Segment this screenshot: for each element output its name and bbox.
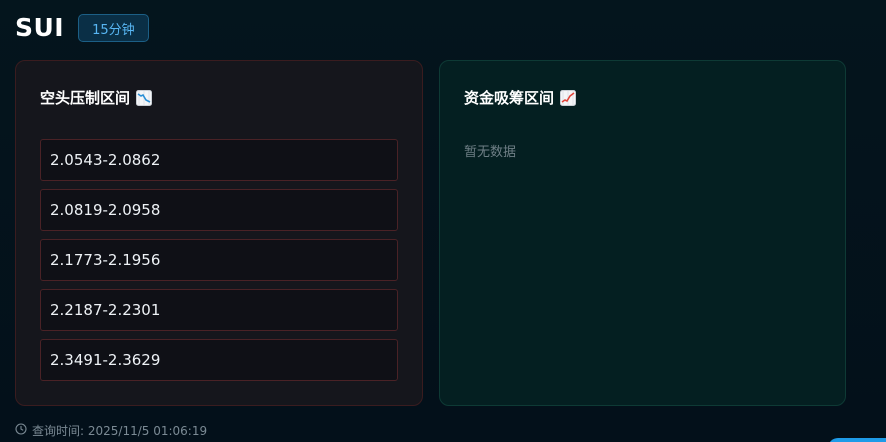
page: SUI 15分钟 空头压制区间 2.0543-2.0862 2.0819-2.0…	[0, 0, 886, 442]
timeframe-badge[interactable]: 15分钟	[78, 14, 149, 42]
accumulation-title: 资金吸筹区间	[464, 87, 577, 108]
range-item: 2.2187-2.2301	[40, 289, 398, 331]
header: SUI 15分钟	[15, 12, 149, 44]
short-pressure-panel: 空头压制区间 2.0543-2.0862 2.0819-2.0958 2.177…	[15, 60, 423, 406]
clock-icon	[15, 423, 27, 438]
accumulation-title-text: 资金吸筹区间	[464, 89, 555, 107]
query-time-text: 查询时间: 2025/11/5 01:06:19	[32, 424, 208, 438]
accumulation-panel: 资金吸筹区间 暂无数据	[439, 60, 846, 406]
chart-decreasing-icon	[136, 89, 153, 106]
short-pressure-title-text: 空头压制区间	[40, 89, 131, 107]
short-pressure-range-list: 2.0543-2.0862 2.0819-2.0958 2.1773-2.195…	[40, 139, 398, 389]
scroll-indicator[interactable]	[828, 438, 886, 442]
range-item: 2.0543-2.0862	[40, 139, 398, 181]
range-item: 2.1773-2.1956	[40, 239, 398, 281]
short-pressure-title: 空头压制区间	[40, 87, 153, 108]
footer: 查询时间: 2025/11/5 01:06:19	[15, 422, 207, 439]
chart-increasing-icon	[560, 89, 577, 106]
range-item: 2.0819-2.0958	[40, 189, 398, 231]
range-item: 2.3491-2.3629	[40, 339, 398, 381]
symbol-title: SUI	[15, 13, 65, 42]
empty-state-text: 暂无数据	[464, 145, 517, 160]
